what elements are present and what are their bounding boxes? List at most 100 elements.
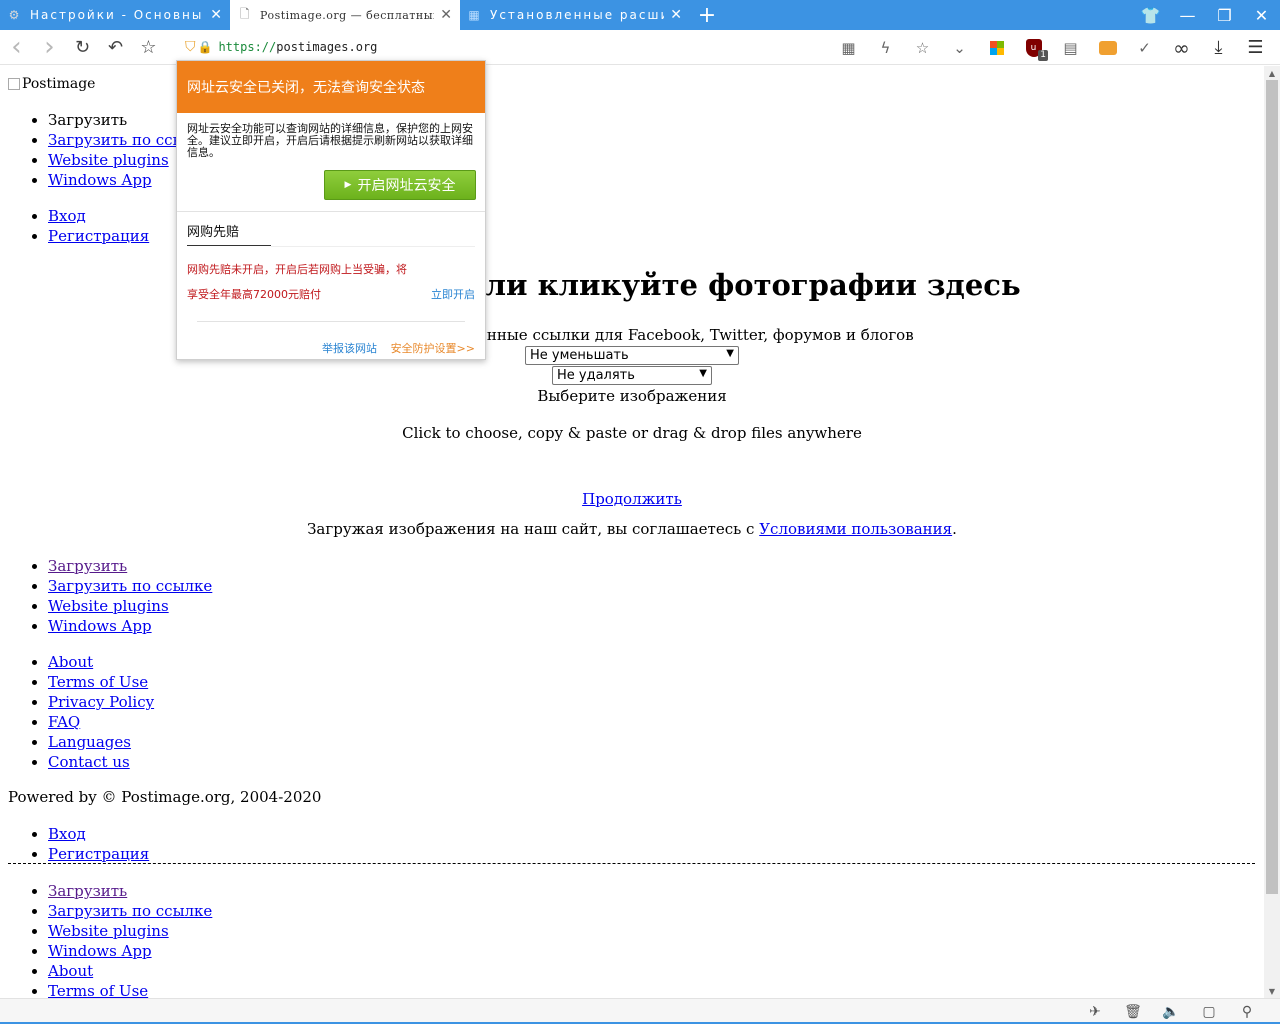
faq-link[interactable]: FAQ: [48, 713, 80, 731]
scroll-up-icon[interactable]: ▲: [1264, 66, 1280, 80]
footer-upload-by-url-link[interactable]: Загрузить по ссылке: [48, 577, 212, 595]
bottom-windows-app-link[interactable]: Windows App: [48, 942, 152, 960]
terms-link[interactable]: Условиями пользования: [759, 520, 952, 538]
undo-close-button[interactable]: ↶: [99, 31, 132, 64]
nav-item: FAQ: [48, 712, 154, 732]
close-icon[interactable]: ✕: [210, 7, 222, 23]
bottom-about-link[interactable]: About: [48, 962, 93, 980]
chevron-down-icon[interactable]: ⌄: [941, 30, 978, 65]
play-icon: ▶: [344, 180, 352, 190]
contact-us-link[interactable]: Contact us: [48, 753, 130, 771]
tab-postimage[interactable]: 🗋 Postimage.org — бесплатный хостинг ✕: [230, 0, 460, 30]
logo-alt-text: Postimage: [22, 76, 96, 92]
bottom-website-plugins-link[interactable]: Website plugins: [48, 922, 169, 940]
new-tab-button[interactable]: +: [690, 0, 724, 30]
register-link[interactable]: Регистрация: [48, 227, 149, 245]
privacy-policy-link[interactable]: Privacy Policy: [48, 693, 154, 711]
enable-now-link[interactable]: 立即开启: [431, 286, 475, 302]
footer-windows-app-link[interactable]: Windows App: [48, 617, 152, 635]
download-icon[interactable]: ⤓: [1200, 30, 1237, 65]
popup-divider: [197, 321, 465, 322]
ublock-icon[interactable]: u 1: [1015, 30, 1052, 65]
close-icon[interactable]: ✕: [440, 7, 452, 23]
bottom-terms-link[interactable]: Terms of Use: [48, 982, 148, 998]
continue-wrap: Продолжить: [0, 490, 1264, 508]
account-nav: Вход Регистрация: [48, 206, 149, 246]
check-icon[interactable]: ✓: [1126, 30, 1163, 65]
reader-icon[interactable]: ▤: [1052, 30, 1089, 65]
reload-button[interactable]: ↻: [66, 31, 99, 64]
footer-login-link[interactable]: Вход: [48, 825, 86, 843]
protection-settings-link[interactable]: 安全防护设置>>: [391, 340, 475, 356]
broken-image-icon: [8, 78, 20, 90]
forward-button[interactable]: ›: [33, 31, 66, 64]
nav-windows-app[interactable]: Windows App: [48, 171, 152, 189]
terms-of-use-link[interactable]: Terms of Use: [48, 673, 148, 691]
menu-icon[interactable]: ☰: [1237, 30, 1274, 65]
address-bar[interactable]: ⛉ 🔒 https:// postimages.org: [185, 34, 815, 60]
enable-cloud-security-button[interactable]: ▶ 开启网址云安全: [324, 170, 476, 200]
nav-item: Загрузить по ссылке: [48, 901, 212, 921]
minimize-button[interactable]: —: [1169, 0, 1206, 30]
popup-description: 网址云安全功能可以查询网站的详细信息，保护您的上网安全。建议立即开启，开启后请根…: [187, 122, 473, 159]
nav-item: Terms of Use: [48, 672, 154, 692]
bookmark-button[interactable]: ☆: [132, 31, 165, 64]
nav-item: Windows App: [48, 616, 212, 636]
drag-hint-wrap: Click to choose, copy & paste or drag & …: [0, 424, 1264, 442]
shield-icon[interactable]: ⛉: [185, 39, 196, 55]
microsoft-icon[interactable]: [978, 30, 1015, 65]
footer-upload-link[interactable]: Загрузить: [48, 557, 127, 575]
powered-by: Powered by © Postimage.org, 2004-2020: [8, 788, 322, 806]
terms-suffix: .: [952, 520, 957, 538]
url-host: postimages.org: [276, 40, 378, 54]
vertical-scrollbar[interactable]: ▲ ▼: [1264, 66, 1280, 998]
nav-item: Вход: [48, 206, 149, 226]
resize-select-value: Не уменьшать: [530, 348, 629, 363]
nav-item: About: [48, 652, 154, 672]
close-icon[interactable]: ✕: [670, 7, 682, 23]
languages-link[interactable]: Languages: [48, 733, 131, 751]
terms-notice: Загружая изображения на наш сайт, вы сог…: [0, 520, 1264, 538]
lightning-icon[interactable]: ϟ: [867, 30, 904, 65]
binoculars-icon[interactable]: ∞: [1163, 30, 1200, 65]
report-site-link[interactable]: 举报该网站: [322, 340, 377, 356]
url-scheme: https://: [218, 40, 277, 54]
choose-images-button[interactable]: Выберите изображения: [537, 387, 726, 405]
skin-icon[interactable]: 👕: [1132, 0, 1169, 30]
logo-image[interactable]: Postimage: [8, 76, 95, 92]
page-icon: 🗋: [239, 6, 251, 21]
favorite-star-icon[interactable]: ☆: [904, 30, 941, 65]
footer-nav-info: About Terms of Use Privacy Policy FAQ La…: [48, 652, 154, 772]
orange-extension-icon[interactable]: [1089, 30, 1126, 65]
shopping-protection-title: 网购先赔: [187, 225, 240, 240]
nav-item: Регистрация: [48, 226, 149, 246]
toolbar-extensions: ▦ ϟ ☆ ⌄ u 1 ▤ ✓ ∞ ⤓ ☰: [830, 30, 1274, 65]
bottom-nav: Загрузить Загрузить по ссылке Website pl…: [48, 881, 212, 998]
footer-register-link[interactable]: Регистрация: [48, 845, 149, 863]
scroll-down-icon[interactable]: ▼: [1264, 984, 1280, 998]
scrollbar-thumb[interactable]: [1266, 80, 1278, 894]
restore-button[interactable]: ❐: [1206, 0, 1243, 30]
footer-account-nav: Вход Регистрация: [48, 824, 149, 864]
close-window-button[interactable]: ✕: [1243, 0, 1280, 30]
nav-item: Windows App: [48, 941, 212, 961]
about-link[interactable]: About: [48, 653, 93, 671]
footer-nav-main: Загрузить Загрузить по ссылке Website pl…: [48, 556, 212, 636]
qr-code-icon[interactable]: ▦: [830, 30, 867, 65]
back-button[interactable]: ‹: [0, 31, 33, 64]
bottom-upload-link[interactable]: Загрузить: [48, 882, 127, 900]
footer-website-plugins-link[interactable]: Website plugins: [48, 597, 169, 615]
nav-item: Contact us: [48, 752, 154, 772]
popup-divider: [177, 211, 485, 212]
login-link[interactable]: Вход: [48, 207, 86, 225]
tab-title: Установленные расширения: [490, 8, 664, 22]
bottom-upload-by-url-link[interactable]: Загрузить по ссылке: [48, 902, 212, 920]
expire-select[interactable]: Не удалять ▼: [552, 366, 712, 385]
nav-item: Регистрация: [48, 844, 149, 864]
extensions-icon: ▦: [468, 8, 482, 22]
resize-select[interactable]: Не уменьшать ▼: [525, 346, 739, 365]
continue-link[interactable]: Продолжить: [582, 490, 682, 508]
tab-extensions[interactable]: ▦ Установленные расширения ✕: [460, 0, 690, 30]
nav-website-plugins[interactable]: Website plugins: [48, 151, 169, 169]
tab-settings[interactable]: ⚙ Настройки - Основные ✕: [0, 0, 230, 30]
